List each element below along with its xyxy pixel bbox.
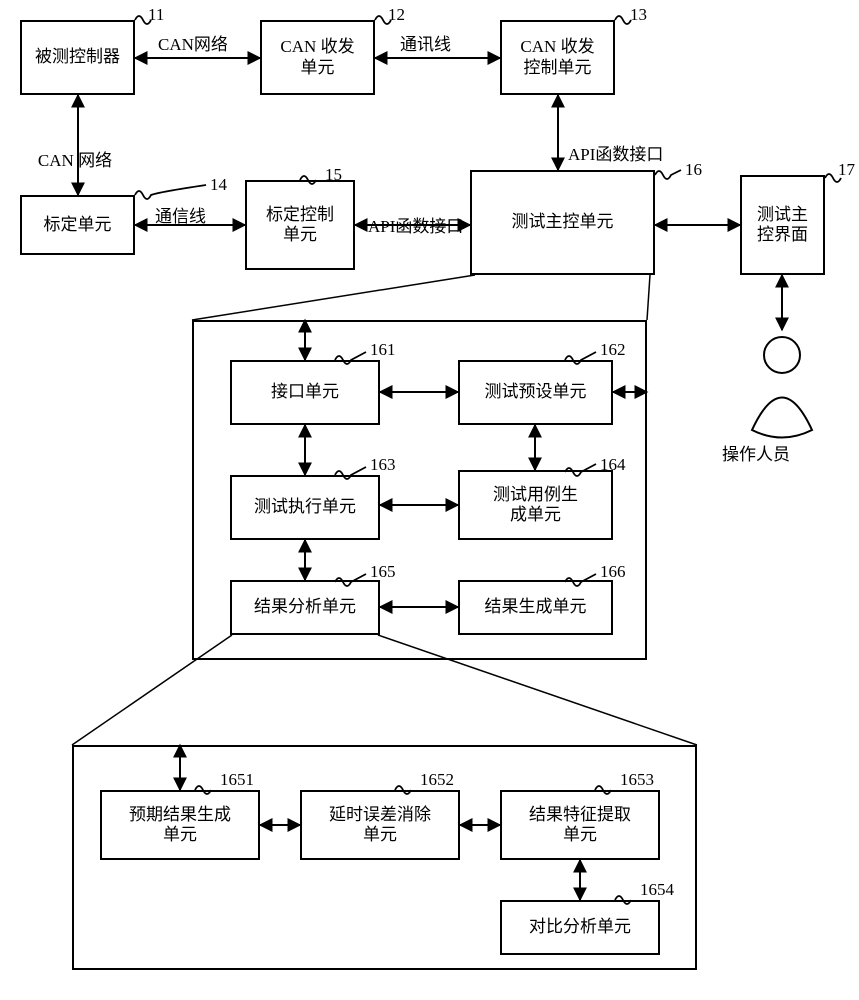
- box-test-master-ui: 测试主 控界面: [740, 175, 825, 275]
- box-delay-error-elim: 延时误差消除 单元: [300, 790, 460, 860]
- edge-label-can-net-1: CAN网络: [158, 30, 228, 55]
- box-calibration-control: 标定控制 单元: [245, 180, 355, 270]
- label-operator: 操作人员: [722, 440, 790, 465]
- box-can-transceiver: CAN 收发 单元: [260, 20, 375, 95]
- lead-14: 14: [210, 175, 227, 195]
- lead-17: 17: [838, 160, 855, 180]
- edge-label-comm-line: 通讯线: [400, 30, 451, 55]
- operator-icon: [752, 337, 812, 438]
- box-tested-controller: 被测控制器: [20, 20, 135, 95]
- box-test-exec-unit: 测试执行单元: [230, 475, 380, 540]
- lead-1652: 1652: [420, 770, 454, 790]
- lead-162: 162: [600, 340, 626, 360]
- lead-165: 165: [370, 562, 396, 582]
- edge-label-api-1: API函数接口: [368, 212, 463, 237]
- box-can-trx-control: CAN 收发 控制单元: [500, 20, 615, 95]
- lead-12: 12: [388, 5, 405, 25]
- box-result-feature-extract: 结果特征提取 单元: [500, 790, 660, 860]
- box-test-preset-unit: 测试预设单元: [458, 360, 613, 425]
- lead-1654: 1654: [640, 880, 674, 900]
- box-interface-unit: 接口单元: [230, 360, 380, 425]
- lead-13: 13: [630, 5, 647, 25]
- lead-164: 164: [600, 455, 626, 475]
- lead-1651: 1651: [220, 770, 254, 790]
- box-result-gen-unit: 结果生成单元: [458, 580, 613, 635]
- box-result-analysis-unit: 结果分析单元: [230, 580, 380, 635]
- lead-166: 166: [600, 562, 626, 582]
- box-expected-result-gen: 预期结果生成 单元: [100, 790, 260, 860]
- lead-11: 11: [148, 5, 164, 25]
- lead-163: 163: [370, 455, 396, 475]
- lead-1653: 1653: [620, 770, 654, 790]
- box-compare-analysis: 对比分析单元: [500, 900, 660, 955]
- edge-label-api-2: API函数接口: [568, 140, 663, 165]
- box-calibration-unit: 标定单元: [20, 195, 135, 255]
- edge-label-can-net-2: CAN 网络: [35, 146, 115, 171]
- edge-label-comm-line2: 通信线: [155, 202, 206, 227]
- lead-15: 15: [325, 165, 342, 185]
- lead-161: 161: [370, 340, 396, 360]
- box-test-master: 测试主控单元: [470, 170, 655, 275]
- lead-16: 16: [685, 160, 702, 180]
- box-testcase-gen-unit: 测试用例生 成单元: [458, 470, 613, 540]
